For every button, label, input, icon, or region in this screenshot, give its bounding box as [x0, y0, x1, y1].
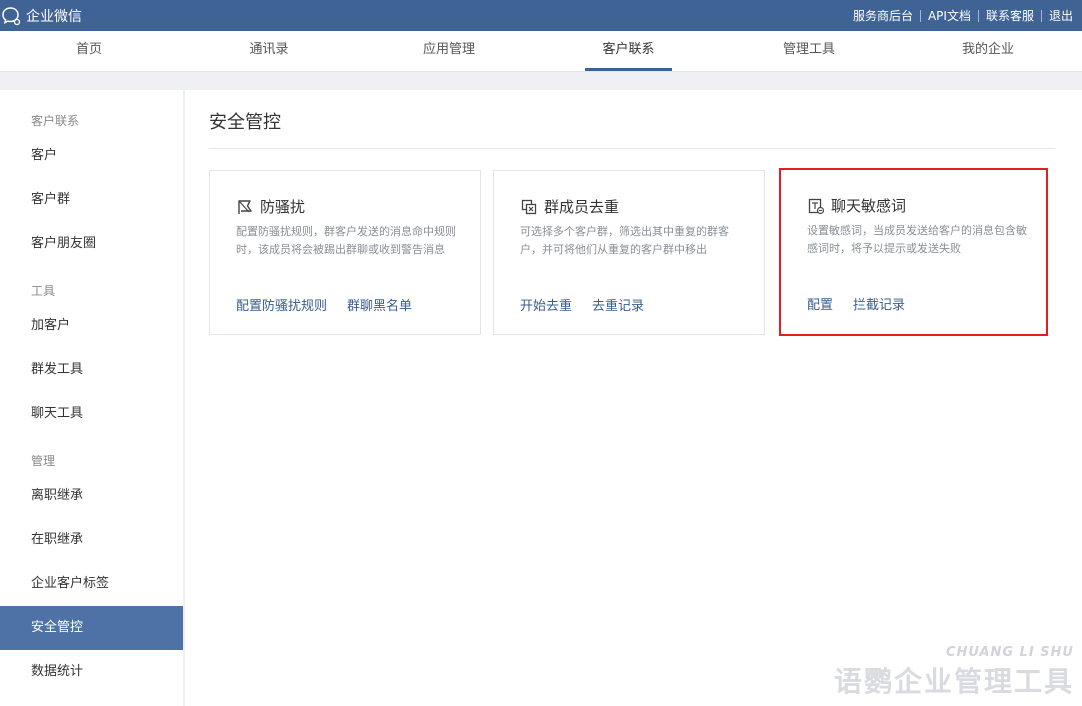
group-blacklist-link[interactable]: 群聊黑名单 — [347, 295, 412, 314]
vendor-backend-link[interactable]: 服务商后台 — [846, 7, 920, 24]
sidebar-item-mass-send[interactable]: 群发工具 — [0, 348, 183, 392]
card-title: 聊天敏感词 — [807, 195, 906, 216]
configure-sensitive-words-link[interactable]: 配置 — [807, 294, 833, 313]
sidebar-item-resigned-transfer[interactable]: 离职继承 — [0, 474, 183, 518]
logout-link[interactable]: 退出 — [1042, 7, 1080, 24]
sidebar-item-chat-tools[interactable]: 聊天工具 — [0, 392, 183, 436]
contact-support-link[interactable]: 联系客服 — [979, 7, 1041, 24]
card-sensitive-words: 聊天敏感词 设置敏感词，当成员发送给客户的消息包含敏感词时，将予以提示或发送失败… — [779, 168, 1048, 336]
main-nav: 首页 通讯录 应用管理 客户联系 管理工具 我的企业 — [0, 31, 1082, 72]
sidebar-item-statistics[interactable]: 数据统计 — [0, 650, 183, 694]
api-docs-link[interactable]: API文档 — [921, 7, 978, 24]
card-links: 开始去重 去重记录 — [520, 295, 644, 314]
configure-anti-harassment-link[interactable]: 配置防骚扰规则 — [236, 295, 327, 314]
top-bar: 企业微信 服务商后台 API文档 联系客服 退出 — [0, 0, 1082, 31]
card-description: 可选择多个客户群，筛选出其中重复的群客户，并可将他们从重复的客户群中移出 — [520, 225, 729, 256]
sidebar-item-add-customer[interactable]: 加客户 — [0, 304, 183, 348]
flag-icon — [238, 199, 252, 214]
card-links: 配置防骚扰规则 群聊黑名单 — [236, 295, 412, 314]
dedupe-icon — [521, 199, 537, 214]
card-anti-harassment: 防骚扰 配置防骚扰规则，群客户发送的消息命中规则时，该成员将会被踢出群聊或收到警… — [209, 170, 481, 335]
tab-contacts[interactable]: 通讯录 — [238, 31, 300, 71]
sidebar-section-manage: 管理 — [31, 454, 56, 468]
brand[interactable]: 企业微信 — [0, 0, 82, 31]
sidebar-item-customer-tags[interactable]: 企业客户标签 — [0, 562, 183, 606]
card-title: 群成员去重 — [520, 196, 619, 217]
sidebar-item-customer-groups[interactable]: 客户群 — [0, 178, 183, 222]
tab-app-management[interactable]: 应用管理 — [413, 31, 485, 71]
dedupe-records-link[interactable]: 去重记录 — [592, 295, 644, 314]
card-title-text: 防骚扰 — [260, 198, 306, 216]
sidebar-section-tools: 工具 — [31, 284, 56, 298]
tab-management-tools[interactable]: 管理工具 — [773, 31, 845, 71]
card-title: 防骚扰 — [236, 196, 305, 217]
page-title: 安全管控 — [209, 112, 281, 133]
sidebar-item-security[interactable]: 安全管控 — [0, 606, 183, 650]
tab-customer-contact[interactable]: 客户联系 — [585, 31, 672, 71]
tab-home[interactable]: 首页 — [58, 31, 120, 71]
card-description: 设置敏感词，当成员发送给客户的消息包含敏感词时，将予以提示或发送失败 — [807, 224, 1027, 255]
sensitive-word-icon — [808, 198, 825, 214]
brand-name: 企业微信 — [26, 8, 82, 25]
card-title-text: 群成员去重 — [544, 198, 620, 216]
card-description: 配置防骚扰规则，群客户发送的消息命中规则时，该成员将会被踢出群聊或收到警告消息 — [236, 225, 456, 256]
wecom-logo-icon — [2, 6, 21, 25]
divider — [209, 148, 1055, 149]
top-links: 服务商后台 API文档 联系客服 退出 — [846, 0, 1080, 31]
tab-my-enterprise[interactable]: 我的企业 — [952, 31, 1024, 71]
card-group-dedupe: 群成员去重 可选择多个客户群，筛选出其中重复的群客户，并可将他们从重复的客户群中… — [493, 170, 765, 335]
sidebar: 客户联系 客户 客户群 客户朋友圈 工具 加客户 群发工具 聊天工具 管理 离职… — [0, 90, 183, 706]
card-links: 配置 拦截记录 — [807, 294, 905, 313]
start-dedupe-link[interactable]: 开始去重 — [520, 295, 572, 314]
main-content: 安全管控 防骚扰 配置防骚扰规则，群客户发送的消息命中规则时，该成员将会被踢出群… — [185, 90, 1082, 706]
intercept-records-link[interactable]: 拦截记录 — [853, 294, 905, 313]
sidebar-item-active-transfer[interactable]: 在职继承 — [0, 518, 183, 562]
sidebar-item-moments[interactable]: 客户朋友圈 — [0, 222, 183, 266]
sidebar-section-customer: 客户联系 — [31, 114, 80, 128]
card-title-text: 聊天敏感词 — [831, 197, 907, 215]
sidebar-item-customers[interactable]: 客户 — [0, 134, 183, 178]
